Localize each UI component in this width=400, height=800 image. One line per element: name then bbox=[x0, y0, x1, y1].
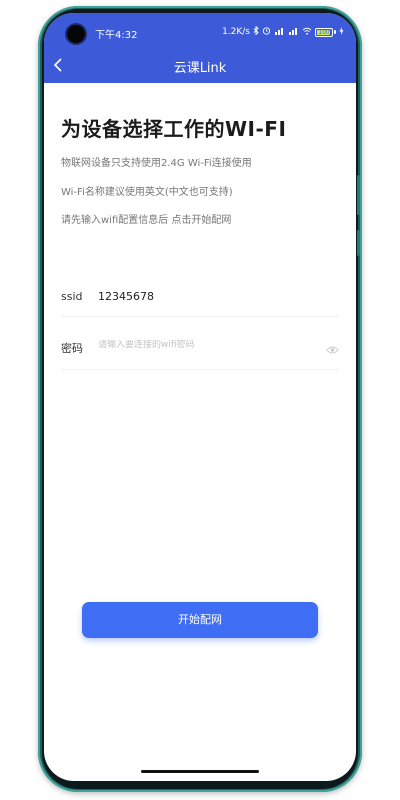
password-field[interactable] bbox=[98, 340, 318, 350]
status-time: 下午4:32 bbox=[95, 30, 138, 41]
alarm-icon bbox=[262, 26, 271, 38]
instruction-line-3: 请先输入wifi配置信息后 点击开始配网 bbox=[61, 215, 232, 226]
instruction-line-1: 物联网设备只支持使用2.4G Wi-Fi连接使用 bbox=[61, 158, 252, 169]
front-camera bbox=[67, 25, 85, 43]
page-title: 云课Link bbox=[173, 61, 227, 76]
status-icons: 1.2K/s 100 bbox=[222, 25, 344, 38]
signal-icon-2 bbox=[288, 27, 299, 38]
ssid-field[interactable] bbox=[98, 290, 318, 303]
setup-heading: 为设备选择工作的WI-FI bbox=[61, 117, 287, 141]
volume-button bbox=[357, 175, 360, 215]
home-indicator[interactable] bbox=[141, 770, 259, 773]
password-label: 密码 bbox=[61, 342, 83, 355]
signal-icon bbox=[274, 27, 285, 38]
charging-icon bbox=[339, 26, 344, 38]
app-screen: 下午4:32 1.2K/s 100 云课Link 为设备选择工作的WI-FI 物… bbox=[44, 13, 356, 781]
ssid-label: ssid bbox=[61, 290, 83, 303]
ssid-divider bbox=[61, 316, 339, 317]
wifi-icon bbox=[302, 27, 312, 38]
network-speed: 1.2K/s bbox=[222, 27, 250, 37]
bluetooth-icon bbox=[253, 25, 259, 38]
battery-icon: 100 bbox=[315, 27, 333, 37]
start-pairing-button[interactable]: 开始配网 bbox=[82, 602, 318, 638]
power-button bbox=[357, 230, 360, 256]
battery-level: 100 bbox=[318, 28, 330, 36]
eye-icon[interactable] bbox=[326, 340, 339, 354]
app-header: 下午4:32 1.2K/s 100 云课Link bbox=[44, 13, 356, 83]
password-divider bbox=[61, 369, 339, 370]
instruction-line-2: Wi-Fi名称建议使用英文(中文也可支持) bbox=[61, 187, 233, 198]
